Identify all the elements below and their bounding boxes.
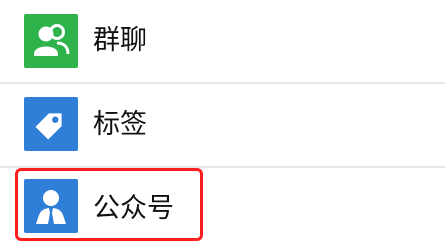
official-account-icon xyxy=(24,179,78,233)
tags-list-item[interactable]: 标签 xyxy=(0,84,445,166)
contacts-screen: 群聊 标签 公众号 xyxy=(0,0,445,250)
group-chat-label: 群聊 xyxy=(93,25,147,56)
group-chat-icon xyxy=(24,14,78,68)
tags-label: 标签 xyxy=(93,109,147,140)
tag-icon xyxy=(24,97,78,151)
official-accounts-label: 公众号 xyxy=(93,193,174,224)
official-accounts-list-item[interactable]: 公众号 xyxy=(0,168,445,250)
group-chat-list-item[interactable]: 群聊 xyxy=(0,0,445,82)
